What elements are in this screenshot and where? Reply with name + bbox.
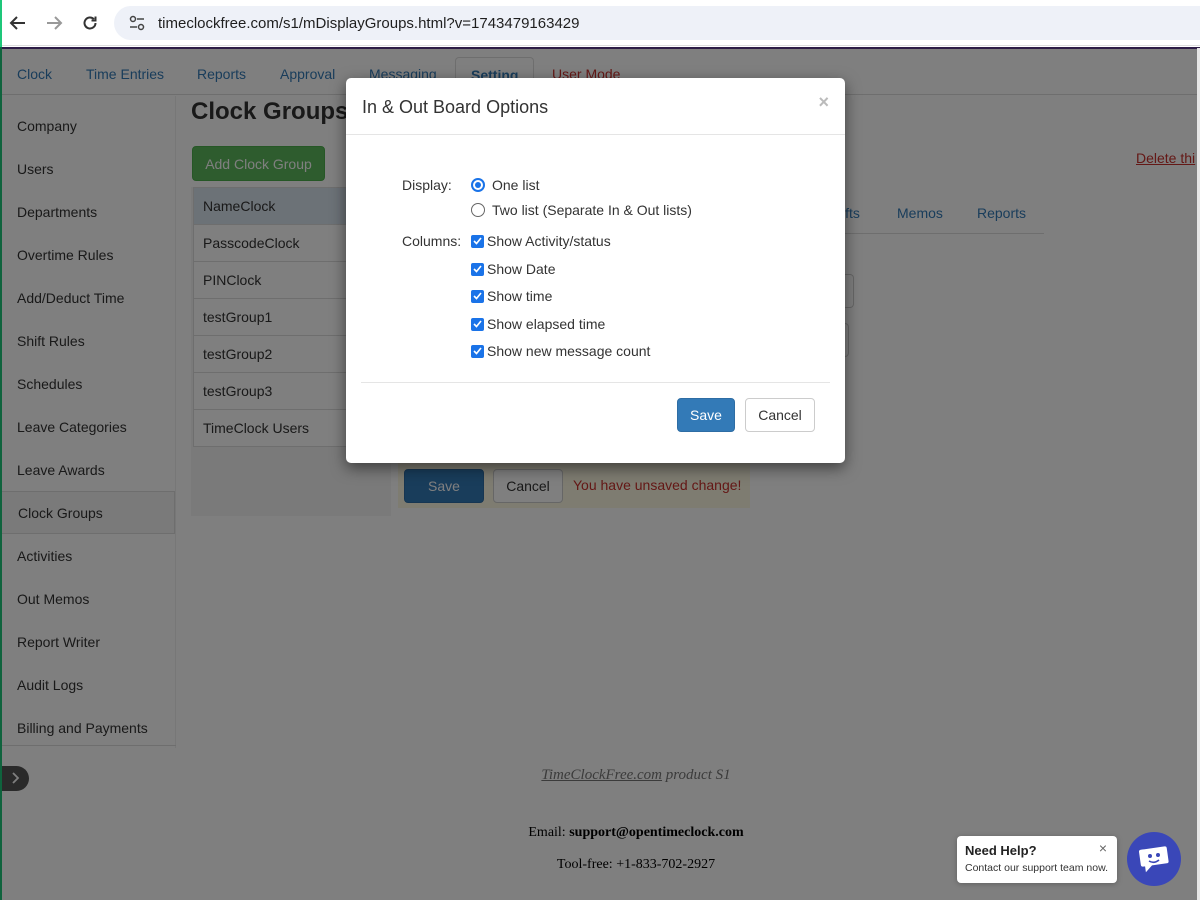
show-time-label: Show time (487, 288, 553, 304)
forward-arrow-icon[interactable] (36, 5, 72, 41)
help-subtitle: Contact our support team now. (965, 862, 1108, 874)
chat-bot-icon (1138, 843, 1170, 876)
site-settings-icon[interactable] (126, 12, 148, 34)
column-elapsed-option[interactable]: Show elapsed time (471, 316, 605, 332)
display-one-list-option[interactable]: One list (471, 177, 539, 193)
checkbox-message-count[interactable] (471, 344, 484, 358)
back-arrow-icon[interactable] (0, 5, 36, 41)
column-date-option[interactable]: Show Date (471, 261, 555, 277)
modal-cancel-button[interactable]: Cancel (745, 398, 815, 432)
in-out-board-options-dialog: In & Out Board Options × Display: One li… (346, 78, 845, 463)
show-date-label: Show Date (487, 261, 556, 277)
checkbox-show-time[interactable] (471, 289, 484, 303)
modal-header-divider (346, 134, 845, 135)
browser-toolbar: timeclockfree.com/s1/mDisplayGroups.html… (0, 0, 1200, 46)
display-two-list-option[interactable]: Two list (Separate In & Out lists) (471, 202, 692, 218)
modal-title: In & Out Board Options (362, 97, 549, 117)
checkbox-show-date[interactable] (471, 262, 484, 276)
url-text: timeclockfree.com/s1/mDisplayGroups.html… (158, 14, 580, 32)
checkbox-elapsed-time[interactable] (471, 317, 484, 331)
column-time-option[interactable]: Show time (471, 288, 552, 304)
two-list-label: Two list (Separate In & Out lists) (492, 202, 692, 218)
help-close-icon[interactable]: × (1099, 840, 1107, 856)
radio-two-list[interactable] (471, 203, 485, 217)
column-message-count-option[interactable]: Show new message count (471, 343, 650, 359)
display-label: Display: (402, 177, 452, 193)
address-bar[interactable]: timeclockfree.com/s1/mDisplayGroups.html… (114, 6, 1200, 40)
close-icon[interactable]: × (818, 92, 829, 113)
help-title: Need Help? (965, 843, 1037, 858)
columns-label: Columns: (402, 233, 462, 249)
reload-icon[interactable] (72, 5, 108, 41)
help-popup[interactable]: Need Help? Contact our support team now.… (957, 836, 1117, 883)
elapsed-time-label: Show elapsed time (487, 316, 606, 332)
activity-status-label: Show Activity/status (487, 233, 611, 249)
modal-save-button[interactable]: Save (677, 398, 735, 432)
checkbox-activity-status[interactable] (471, 234, 484, 248)
one-list-label: One list (492, 177, 540, 193)
chat-launcher-button[interactable] (1127, 832, 1181, 886)
modal-footer-divider (361, 382, 830, 383)
radio-one-list[interactable] (471, 178, 485, 192)
column-activity-option[interactable]: Show Activity/status (471, 233, 611, 249)
message-count-label: Show new message count (487, 343, 651, 359)
